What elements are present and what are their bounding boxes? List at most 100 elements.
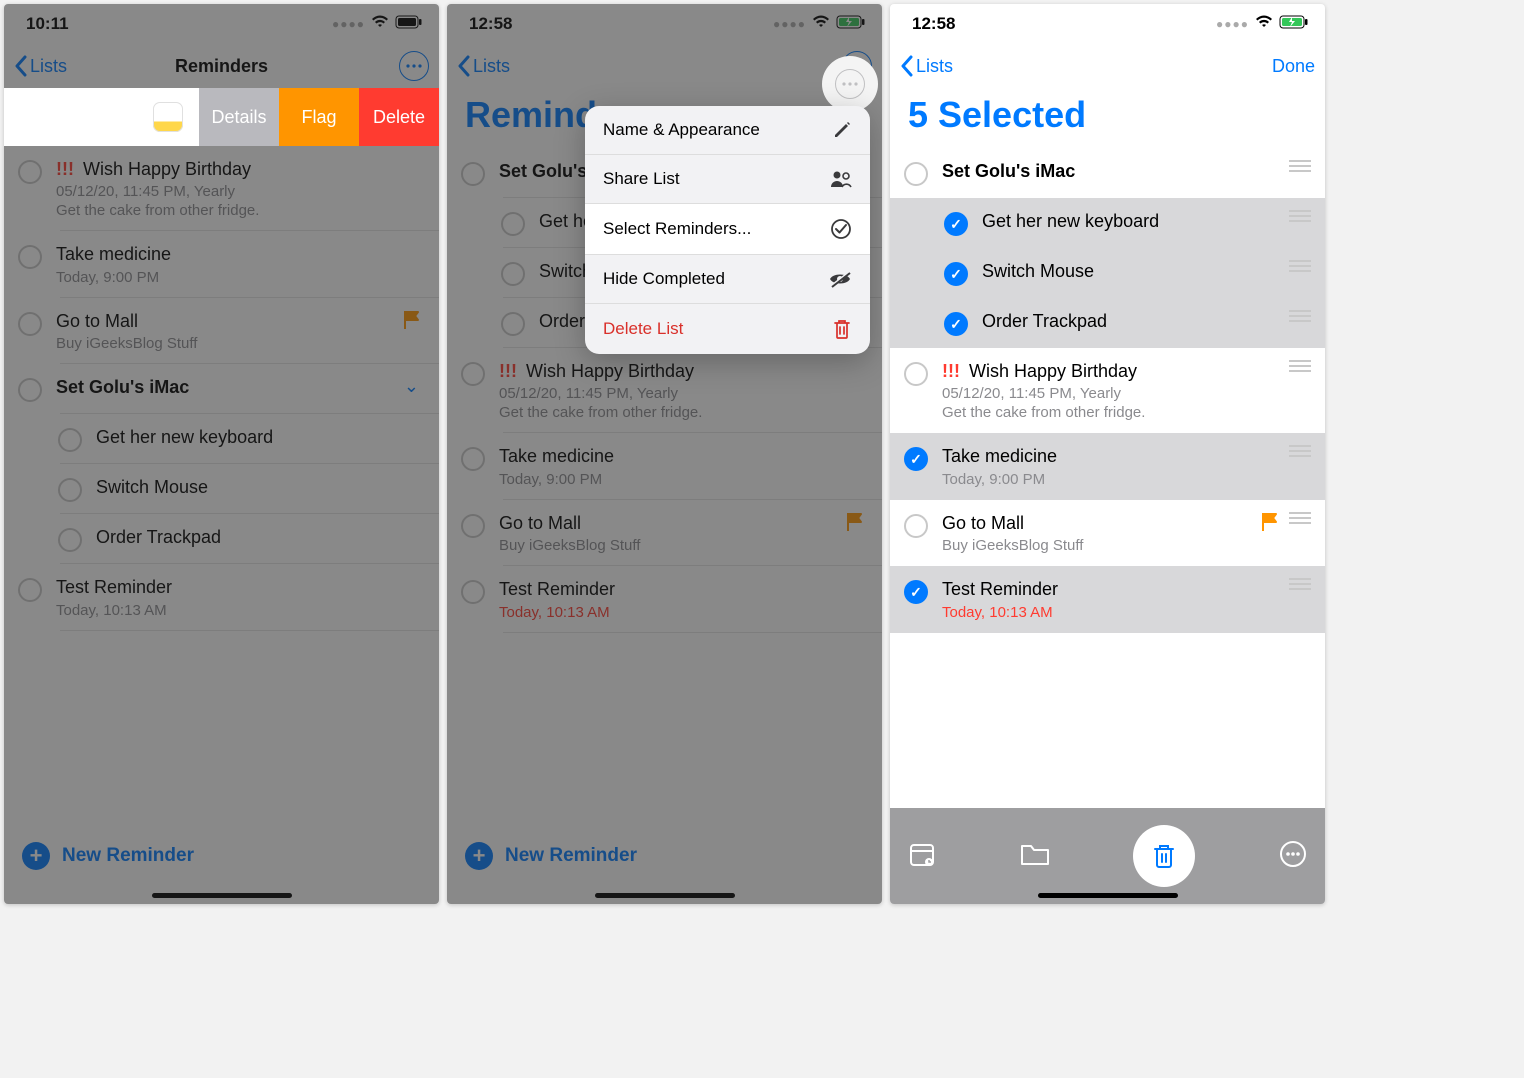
completion-circle[interactable] — [18, 245, 42, 269]
drag-handle-icon[interactable] — [1289, 160, 1311, 172]
trash-icon[interactable] — [1152, 843, 1176, 869]
reminder-list: !!! Wish Happy Birthday05/12/20, 11:45 P… — [4, 146, 439, 631]
reminder-row[interactable]: Set Golu's iMac⌄ — [4, 364, 439, 414]
completion-circle[interactable] — [501, 212, 525, 236]
selection-toolbar — [890, 808, 1325, 904]
selection-circle[interactable] — [904, 162, 928, 186]
bottom-bar: + New Reminder — [4, 808, 439, 904]
notes-app-icon — [153, 102, 183, 132]
battery-charging-icon — [1279, 14, 1309, 34]
drag-handle-icon[interactable] — [1289, 578, 1311, 590]
completion-circle[interactable] — [461, 580, 485, 604]
completion-circle[interactable] — [18, 378, 42, 402]
reminder-note: Get the cake from other fridge. — [942, 404, 1289, 421]
reminder-note: Buy iGeeksBlog Stuff — [942, 537, 1261, 554]
reminder-row[interactable]: Get her new keyboard — [4, 414, 439, 464]
completion-circle[interactable] — [461, 362, 485, 386]
completion-circle[interactable] — [18, 578, 42, 602]
completion-circle[interactable] — [58, 528, 82, 552]
back-button[interactable]: Lists — [900, 55, 953, 77]
reminder-subtitle: 05/12/20, 11:45 PM, Yearly — [942, 385, 1289, 402]
drag-handle-icon[interactable] — [1289, 360, 1311, 372]
selection-circle[interactable] — [944, 262, 968, 286]
reminder-subtitle: 05/12/20, 11:45 PM, Yearly — [56, 183, 425, 200]
reminder-row-selectable[interactable]: Test ReminderToday, 10:13 AM — [890, 566, 1325, 632]
completion-circle[interactable] — [58, 428, 82, 452]
new-reminder-button[interactable]: + New Reminder — [22, 842, 194, 870]
home-indicator — [595, 893, 735, 898]
reminder-title: !!! Wish Happy Birthday — [942, 360, 1289, 383]
reminder-row-selectable[interactable]: Go to MallBuy iGeeksBlog Stuff — [890, 500, 1325, 566]
menu-hide-completed[interactable]: Hide Completed — [585, 255, 870, 304]
back-button[interactable]: Lists — [457, 55, 510, 77]
reminder-subtitle: Today, 10:13 AM — [942, 604, 1289, 621]
reminder-row[interactable]: Take medicineToday, 9:00 PM — [447, 433, 882, 499]
reminder-row[interactable]: !!! Wish Happy Birthday05/12/20, 11:45 P… — [447, 348, 882, 433]
reminder-row[interactable]: Switch Mouse — [4, 464, 439, 514]
more-button[interactable] — [399, 51, 429, 81]
reminder-row[interactable]: Order Trackpad — [4, 514, 439, 564]
reminder-row[interactable]: Go to MallBuy iGeeksBlog Stuff — [4, 298, 439, 364]
reminder-row-selectable[interactable]: Take medicineToday, 9:00 PM — [890, 433, 1325, 499]
selection-circle[interactable] — [904, 447, 928, 471]
reminder-title: Take medicine — [942, 445, 1289, 468]
selection-circle[interactable] — [944, 212, 968, 236]
reminder-note: Get the cake from other fridge. — [56, 202, 425, 219]
selection-circle[interactable] — [944, 312, 968, 336]
completion-circle[interactable] — [18, 312, 42, 336]
drag-handle-icon[interactable] — [1289, 310, 1311, 322]
menu-delete-list[interactable]: Delete List — [585, 304, 870, 354]
new-reminder-button[interactable]: + New Reminder — [465, 842, 637, 870]
eye-slash-icon — [828, 270, 852, 288]
priority-indicator: !!! — [499, 361, 517, 381]
status-indicators: ●●●● — [332, 14, 423, 34]
more-button-highlight — [822, 56, 878, 112]
swipe-details-button[interactable]: Details — [199, 88, 279, 146]
reminder-row[interactable]: Go to MallBuy iGeeksBlog Stuff — [447, 500, 882, 566]
reminder-title: Order Trackpad — [96, 526, 425, 549]
drag-handle-icon[interactable] — [1289, 512, 1311, 524]
reminder-row-selectable[interactable]: Set Golu's iMac — [890, 148, 1325, 198]
completion-circle[interactable] — [501, 312, 525, 336]
done-button[interactable]: Done — [1272, 56, 1315, 77]
reminder-row-selectable[interactable]: Order Trackpad — [890, 298, 1325, 348]
completion-circle[interactable] — [58, 478, 82, 502]
reminder-row-selectable[interactable]: Switch Mouse — [890, 248, 1325, 298]
selection-circle[interactable] — [904, 514, 928, 538]
more-button-overlay[interactable] — [835, 69, 865, 99]
nav-bar: Lists Reminders — [4, 44, 439, 88]
drag-handle-icon[interactable] — [1289, 210, 1311, 222]
reminder-row[interactable]: Take medicineToday, 9:00 PM — [4, 231, 439, 297]
toolbar-more-icon[interactable] — [1279, 840, 1307, 873]
priority-indicator: !!! — [942, 361, 960, 381]
swipe-flag-button[interactable]: Flag — [279, 88, 359, 146]
toolbar-move-icon[interactable] — [1020, 842, 1050, 871]
reminder-row-selectable[interactable]: Get her new keyboard — [890, 198, 1325, 248]
menu-select-reminders[interactable]: Select Reminders... — [585, 204, 870, 255]
reminder-row[interactable]: Test ReminderToday, 10:13 AM — [4, 564, 439, 630]
reminder-row-selectable[interactable]: !!! Wish Happy Birthday 05/12/20, 11:45 P… — [890, 348, 1325, 433]
completion-circle[interactable] — [461, 447, 485, 471]
nav-bar: Lists — [447, 44, 882, 88]
home-indicator — [1038, 893, 1178, 898]
completion-circle[interactable] — [461, 162, 485, 186]
selection-circle[interactable] — [904, 580, 928, 604]
swipe-delete-button[interactable]: Delete — [359, 88, 439, 146]
completion-circle[interactable] — [501, 262, 525, 286]
completion-circle[interactable] — [461, 514, 485, 538]
reminder-title: Get her new keyboard — [96, 426, 425, 449]
menu-share-list[interactable]: Share List — [585, 155, 870, 204]
drag-handle-icon[interactable] — [1289, 445, 1311, 457]
flag-icon — [403, 310, 421, 335]
status-bar: 12:58 ●●●● — [447, 4, 882, 44]
chevron-down-icon[interactable]: ⌄ — [404, 376, 419, 397]
selection-circle[interactable] — [904, 362, 928, 386]
reminder-row[interactable]: Test ReminderToday, 10:13 AM — [447, 566, 882, 632]
completion-circle[interactable] — [18, 160, 42, 184]
toolbar-calendar-icon[interactable] — [908, 840, 936, 873]
new-reminder-label: New Reminder — [505, 845, 637, 867]
menu-name-appearance[interactable]: Name & Appearance — [585, 106, 870, 155]
reminder-row[interactable]: !!! Wish Happy Birthday05/12/20, 11:45 P… — [4, 146, 439, 231]
drag-handle-icon[interactable] — [1289, 260, 1311, 272]
check-circle-icon — [830, 218, 852, 240]
